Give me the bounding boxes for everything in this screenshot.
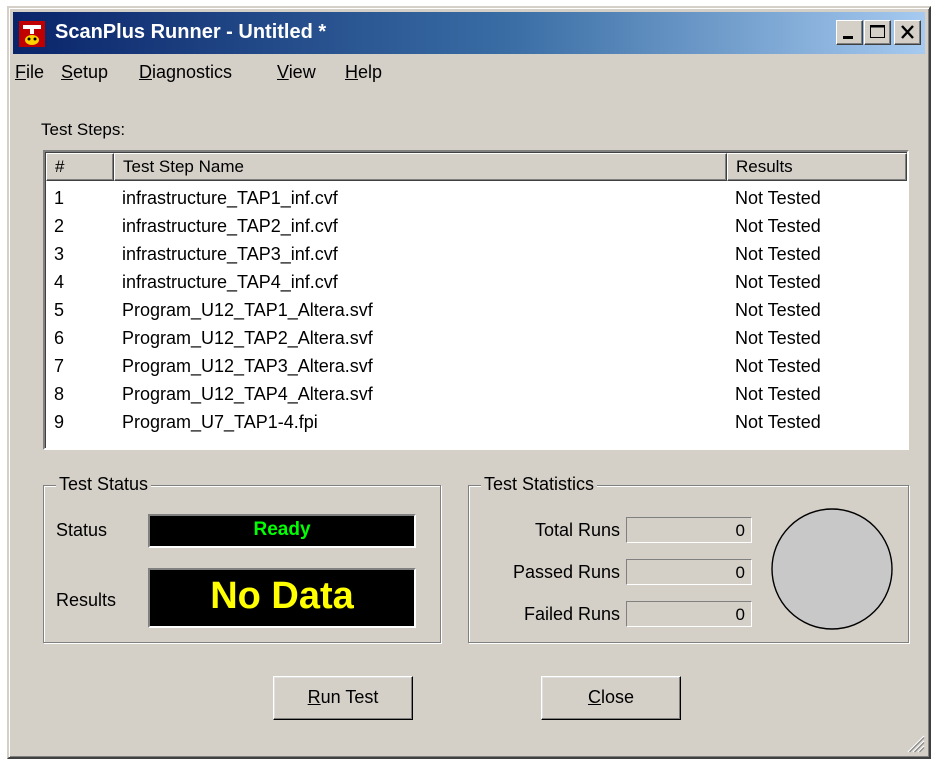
row-number: 1 [54, 188, 65, 208]
results-value: No Data [210, 575, 354, 617]
passed-runs-field: 0 [626, 559, 752, 585]
maximize-button[interactable] [864, 20, 891, 45]
menu-file[interactable]: File [15, 62, 44, 83]
test-statistics-title: Test Statistics [481, 474, 598, 495]
row-name: infrastructure_TAP3_inf.cvf [122, 244, 338, 264]
row-result: Not Tested [735, 272, 821, 292]
row-result: Not Tested [735, 300, 821, 320]
row-name: Program_U7_TAP1-4.fpi [122, 412, 318, 432]
row-name: Program_U12_TAP1_Altera.svf [122, 300, 373, 320]
table-row[interactable]: 3 infrastructure_TAP3_inf.cvf Not Tested [46, 242, 906, 268]
test-status-title: Test Status [56, 474, 152, 495]
list-header: # Test Step Name Results [46, 153, 907, 181]
row-number: 4 [54, 272, 65, 292]
title-bar[interactable]: ScanPlus Runner - Untitled * [13, 12, 925, 54]
minimize-icon [843, 36, 853, 39]
menu-diagnostics[interactable]: Diagnostics [139, 62, 232, 83]
table-row[interactable]: 8 Program_U12_TAP4_Altera.svf Not Tested [46, 382, 906, 408]
table-row[interactable]: 1 infrastructure_TAP1_inf.cvf Not Tested [46, 186, 906, 212]
run-test-button[interactable]: Run Test [273, 676, 413, 720]
minimize-button[interactable] [836, 20, 863, 45]
row-name: Program_U12_TAP4_Altera.svf [122, 384, 373, 404]
test-statistics-group: Test Statistics Total Runs 0 Passed Runs… [468, 474, 909, 643]
column-header-number[interactable]: # [46, 153, 114, 181]
resize-grip-icon[interactable] [903, 731, 925, 753]
row-number: 2 [54, 216, 65, 236]
row-number: 5 [54, 300, 65, 320]
total-runs-field: 0 [626, 517, 752, 543]
row-result: Not Tested [735, 412, 821, 432]
test-status-group: Test Status Status Ready Results No Data [43, 474, 441, 643]
maximize-icon [870, 25, 885, 38]
menu-view[interactable]: View [277, 62, 316, 83]
row-number: 6 [54, 328, 65, 348]
passed-runs-label: Passed Runs [512, 562, 620, 582]
table-row[interactable]: 4 infrastructure_TAP4_inf.cvf Not Tested [46, 270, 906, 296]
row-name: infrastructure_TAP2_inf.cvf [122, 216, 338, 236]
status-value: Ready [253, 519, 311, 540]
window-title: ScanPlus Runner - Untitled * [55, 21, 327, 43]
row-number: 3 [54, 244, 65, 264]
row-name: infrastructure_TAP1_inf.cvf [122, 188, 338, 208]
row-result: Not Tested [735, 328, 821, 348]
failed-runs-field: 0 [626, 601, 752, 627]
pass-fail-indicator [771, 508, 893, 630]
menu-setup[interactable]: Setup [61, 62, 108, 83]
row-name: infrastructure_TAP4_inf.cvf [122, 272, 338, 292]
test-steps-list[interactable]: # Test Step Name Results 1 infrastructur… [43, 150, 909, 450]
row-number: 9 [54, 412, 65, 432]
table-row[interactable]: 6 Program_U12_TAP2_Altera.svf Not Tested [46, 326, 906, 352]
row-result: Not Tested [735, 188, 821, 208]
table-row[interactable]: 9 Program_U7_TAP1-4.fpi Not Tested [46, 410, 906, 436]
close-button[interactable]: Close [541, 676, 681, 720]
close-icon [901, 25, 914, 39]
app-icon [19, 21, 45, 47]
status-label: Status [56, 520, 108, 540]
test-steps-label: Test Steps: [41, 120, 126, 139]
status-display: Ready [148, 514, 416, 548]
column-header-name[interactable]: Test Step Name [114, 153, 727, 181]
column-header-results[interactable]: Results [727, 153, 907, 181]
table-row[interactable]: 7 Program_U12_TAP3_Altera.svf Not Tested [46, 354, 906, 380]
row-result: Not Tested [735, 356, 821, 376]
results-label: Results [56, 590, 117, 610]
row-result: Not Tested [735, 384, 821, 404]
row-name: Program_U12_TAP3_Altera.svf [122, 356, 373, 376]
app-window: ScanPlus Runner - Untitled * File Setup … [7, 6, 931, 759]
row-name: Program_U12_TAP2_Altera.svf [122, 328, 373, 348]
total-runs-label: Total Runs [534, 520, 620, 540]
menu-bar: File Setup Diagnostics View Help [13, 58, 925, 88]
table-row[interactable]: 2 infrastructure_TAP2_inf.cvf Not Tested [46, 214, 906, 240]
row-result: Not Tested [735, 216, 821, 236]
table-row[interactable]: 5 Program_U12_TAP1_Altera.svf Not Tested [46, 298, 906, 324]
row-result: Not Tested [735, 244, 821, 264]
menu-help[interactable]: Help [345, 62, 382, 83]
row-number: 8 [54, 384, 65, 404]
close-window-button[interactable] [894, 20, 921, 45]
row-number: 7 [54, 356, 65, 376]
results-display: No Data [148, 568, 416, 628]
failed-runs-label: Failed Runs [523, 604, 620, 624]
